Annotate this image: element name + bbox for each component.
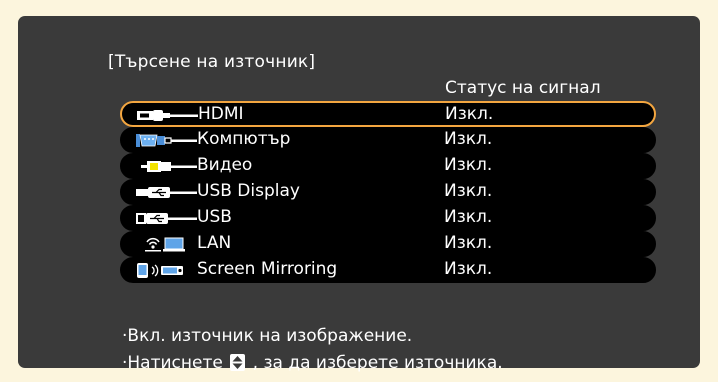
source-status: Изкл. — [444, 129, 493, 149]
hdmi-cable-icon — [137, 110, 198, 121]
vga-cable-icon — [136, 134, 197, 147]
source-row-computer[interactable]: Компютър Изкл. — [120, 127, 656, 153]
source-status: Изкл. — [445, 104, 494, 124]
source-name: Компютър — [197, 129, 291, 149]
source-list: HDMI Изкл. Компютър Изкл. Видео Изкл. US… — [120, 101, 656, 283]
dialog-title: [Търсене на източник] — [108, 52, 316, 72]
usb-display-cable-icon — [136, 187, 197, 198]
screen-mirroring-icon — [137, 263, 183, 278]
source-search-screen: [Търсене на източник] Статус на сигнал H… — [18, 16, 700, 373]
source-row-video[interactable]: Видео Изкл. — [120, 153, 656, 179]
source-row-usb[interactable]: USB Изкл. — [120, 205, 656, 231]
help-prefix: ·Натиснете — [122, 353, 223, 373]
help-suffix: , за да изберете източника. — [252, 353, 503, 373]
signal-status-header: Статус на сигнал — [445, 78, 601, 98]
source-status: Изкл. — [444, 233, 493, 253]
source-name: Screen Mirroring — [197, 259, 338, 279]
source-name: USB Display — [197, 181, 300, 201]
source-status: Изкл. — [444, 155, 493, 175]
source-name: HDMI — [198, 104, 244, 124]
source-name: USB — [197, 207, 232, 227]
source-status: Изкл. — [444, 207, 493, 227]
rca-video-cable-icon — [141, 161, 197, 172]
source-name: LAN — [197, 233, 232, 253]
help-line-source-on: ·Вкл. източник на изображение. — [122, 326, 413, 346]
up-down-arrow-icon — [230, 354, 246, 371]
source-row-screen-mirroring[interactable]: Screen Mirroring Изкл. — [120, 257, 656, 283]
source-name: Видео — [197, 155, 253, 175]
source-row-usb-display[interactable]: USB Display Изкл. — [120, 179, 656, 205]
usb-cable-icon — [136, 213, 197, 224]
source-row-hdmi[interactable]: HDMI Изкл. — [120, 101, 656, 127]
help-line-select: ·Натиснете , за да изберете източника. — [122, 353, 503, 373]
lan-wireless-icon — [145, 237, 185, 252]
source-row-lan[interactable]: LAN Изкл. — [120, 231, 656, 257]
source-status: Изкл. — [444, 259, 493, 279]
source-status: Изкл. — [444, 181, 493, 201]
